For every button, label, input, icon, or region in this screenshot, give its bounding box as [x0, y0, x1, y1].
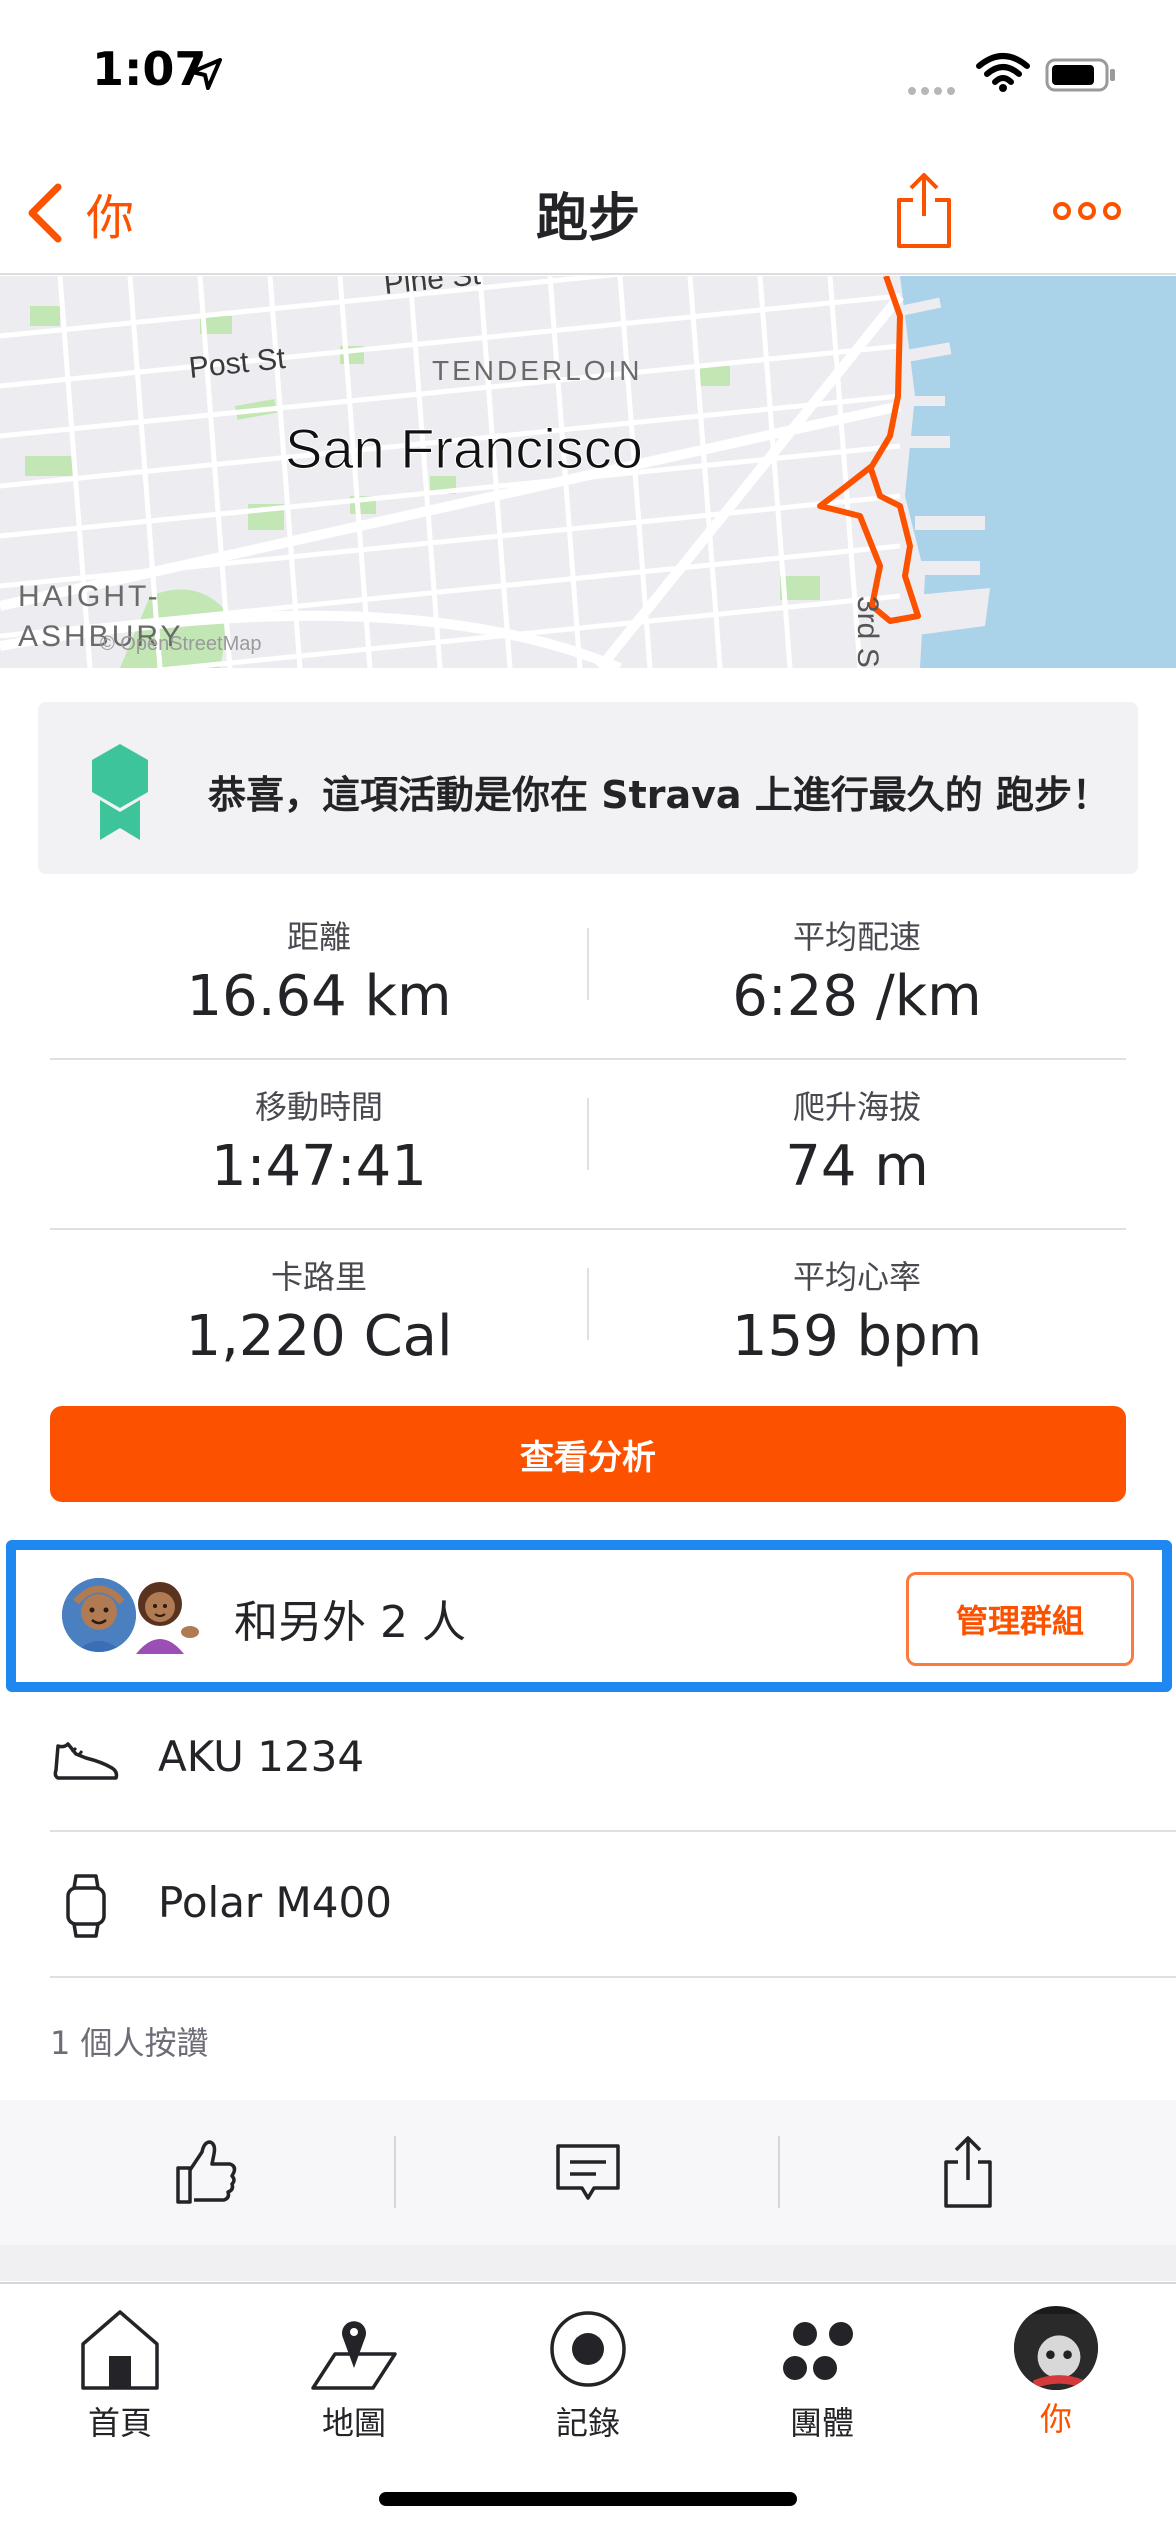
- stat-distance: 距離 16.64 km: [50, 912, 588, 1029]
- map-attribution: © OpenStreetMap: [100, 633, 261, 655]
- stats-grid: 距離 16.64 km 平均配速 6:28 /km 移動時間 1:47:41 爬…: [50, 890, 1126, 1400]
- tab-record[interactable]: 記錄: [488, 2296, 688, 2446]
- achievement-badge-icon: [92, 744, 148, 840]
- stat-label: 平均心率: [792, 1258, 921, 1296]
- home-icon: [81, 2310, 159, 2390]
- tab-groups[interactable]: 團體: [722, 2296, 922, 2446]
- action-divider: [394, 2136, 396, 2208]
- record-icon: [550, 2311, 626, 2387]
- stat-row: 距離 16.64 km 平均配速 6:28 /km: [50, 890, 1126, 1060]
- watch-icon: [66, 1874, 106, 1938]
- gear-device-row[interactable]: Polar M400: [50, 1832, 1176, 1978]
- home-indicator: [379, 2492, 797, 2506]
- map-label-city: San Francisco: [285, 417, 643, 480]
- stat-value: 6:28 /km: [732, 964, 982, 1029]
- map-canvas: Pine St Post St TENDERLOIN San Francisco…: [0, 276, 1176, 668]
- tab-home[interactable]: 首頁: [20, 2296, 220, 2446]
- tab-label: 記錄: [555, 2404, 620, 2442]
- tab-label: 首頁: [87, 2404, 152, 2442]
- kudos-count[interactable]: 1 個人按讚: [50, 2018, 209, 2064]
- section-spacer: [0, 2245, 1176, 2281]
- device-name: Polar M400: [158, 1878, 392, 1927]
- tab-label: 地圖: [321, 2404, 386, 2442]
- stat-value: 16.64 km: [186, 964, 452, 1029]
- stat-avg-pace: 平均配速 6:28 /km: [588, 912, 1126, 1029]
- tab-label: 團體: [789, 2404, 854, 2442]
- page-title: 跑步: [535, 189, 640, 249]
- avatar: [1014, 2306, 1098, 2390]
- stat-calories: 卡路里 1,220 Cal: [50, 1252, 588, 1369]
- stat-value: 159 bpm: [731, 1304, 983, 1369]
- view-analysis-button[interactable]: 查看分析: [50, 1406, 1126, 1502]
- tab-map[interactable]: 地圖: [254, 2296, 454, 2446]
- person-tipping-hand-emoji-icon: [136, 1582, 199, 1654]
- stat-value: 74 m: [785, 1134, 929, 1199]
- action-divider: [778, 2136, 780, 2208]
- gear-shoe-row[interactable]: AKU 1234: [50, 1686, 1176, 1832]
- tab-label: 你: [1039, 2400, 1072, 2438]
- map-label-haight: HAIGHT-: [18, 580, 161, 613]
- cellular-signal-icon: [908, 80, 960, 99]
- map-label-third: 3rd S: [851, 596, 884, 668]
- map-icon: [311, 2321, 397, 2390]
- share-icon[interactable]: [893, 170, 955, 250]
- wifi-icon: [976, 53, 1030, 92]
- profile-photo-icon: [1014, 2314, 1098, 2390]
- group-activity-row[interactable]: 和另外 2 人 管理群組: [6, 1540, 1172, 1692]
- stat-value: 1:47:41: [211, 1134, 427, 1199]
- stat-value: 1,220 Cal: [185, 1304, 453, 1369]
- navigation-bar: 你 跑步: [0, 150, 1176, 275]
- status-bar: 1:07: [0, 0, 1176, 150]
- stat-label: 爬升海拔: [792, 1088, 921, 1126]
- stat-elevation-gain: 爬升海拔 74 m: [588, 1082, 1126, 1199]
- stat-row: 卡路里 1,220 Cal 平均心率 159 bpm: [50, 1230, 1126, 1400]
- avatar: [124, 1574, 204, 1654]
- stat-label: 移動時間: [254, 1088, 383, 1126]
- map-label-tenderloin: TENDERLOIN: [432, 355, 642, 386]
- tab-you[interactable]: 你: [956, 2296, 1156, 2446]
- comment-icon[interactable]: [548, 2132, 628, 2212]
- stat-label: 平均配速: [792, 918, 921, 956]
- activity-map[interactable]: Pine St Post St TENDERLOIN San Francisco…: [0, 276, 1176, 668]
- achievement-banner: 恭喜，這項活動是你在 Strava 上進行最久的 跑步！: [38, 702, 1138, 874]
- location-arrow-icon: [190, 58, 222, 90]
- stat-row: 移動時間 1:47:41 爬升海拔 74 m: [50, 1060, 1126, 1230]
- action-bar: [0, 2100, 1176, 2245]
- battery-icon: [1045, 58, 1115, 92]
- kudos-thumbs-up-icon[interactable]: [166, 2132, 246, 2212]
- group-label: 和另外 2 人: [234, 1597, 466, 1648]
- stat-moving-time: 移動時間 1:47:41: [50, 1082, 588, 1199]
- share-icon[interactable]: [928, 2132, 1008, 2212]
- stat-label: 卡路里: [270, 1258, 367, 1296]
- shoe-name: AKU 1234: [158, 1732, 365, 1781]
- achievement-text: 恭喜，這項活動是你在 Strava 上進行最久的 跑步！: [208, 773, 1111, 817]
- stat-avg-heart-rate: 平均心率 159 bpm: [588, 1252, 1126, 1369]
- stat-label: 距離: [286, 918, 351, 956]
- more-options-icon[interactable]: [1052, 196, 1122, 226]
- manage-group-button[interactable]: 管理群組: [906, 1572, 1134, 1666]
- shoe-icon: [53, 1742, 119, 1780]
- groups-icon: [783, 2322, 853, 2380]
